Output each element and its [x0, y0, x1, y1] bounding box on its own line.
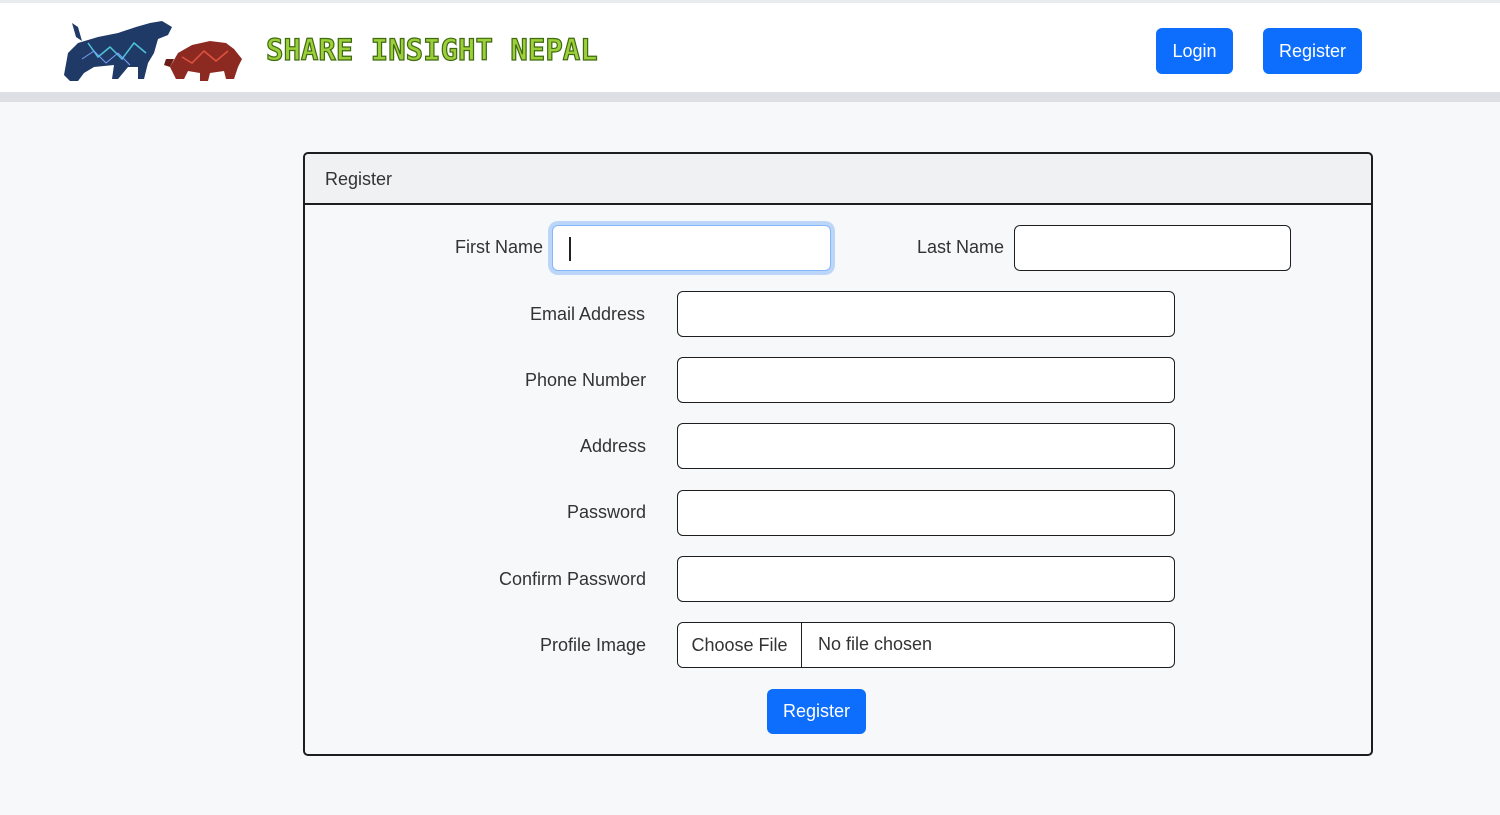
confirm-password-input[interactable] — [677, 556, 1175, 602]
profile-image-file-input[interactable]: Choose File No file chosen — [677, 622, 1175, 668]
navbar-shadow — [0, 92, 1500, 102]
file-status-text: No file chosen — [818, 634, 933, 654]
bull-bear-logo-icon[interactable] — [58, 13, 248, 85]
confirm-password-label: Confirm Password — [499, 569, 647, 589]
email-input[interactable] — [677, 291, 1175, 337]
choose-file-button[interactable]: Choose File — [678, 623, 802, 667]
profile-image-label: Profile Image — [540, 635, 647, 655]
phone-label: Phone Number — [525, 370, 647, 390]
password-label: Password — [567, 502, 647, 522]
email-label: Email Address — [530, 304, 646, 324]
register-submit-button[interactable]: Register — [767, 689, 866, 734]
phone-input[interactable] — [677, 357, 1175, 403]
address-label: Address — [580, 436, 647, 456]
card-title: Register — [325, 169, 393, 189]
first-name-input[interactable] — [552, 225, 831, 271]
last-name-label: Last Name — [917, 237, 1005, 257]
brand-name: SHARE INSIGHT NEPAL — [265, 32, 598, 67]
password-input[interactable] — [677, 490, 1175, 536]
text-caret — [569, 237, 571, 261]
last-name-input[interactable] — [1014, 225, 1291, 271]
card-header: Register — [305, 154, 1371, 205]
top-navbar: SHARE INSIGHT NEPAL Login Register — [0, 0, 1500, 92]
address-input[interactable] — [677, 423, 1175, 469]
first-name-label: First Name — [455, 237, 544, 257]
login-button[interactable]: Login — [1156, 28, 1233, 74]
register-nav-button[interactable]: Register — [1263, 28, 1362, 74]
